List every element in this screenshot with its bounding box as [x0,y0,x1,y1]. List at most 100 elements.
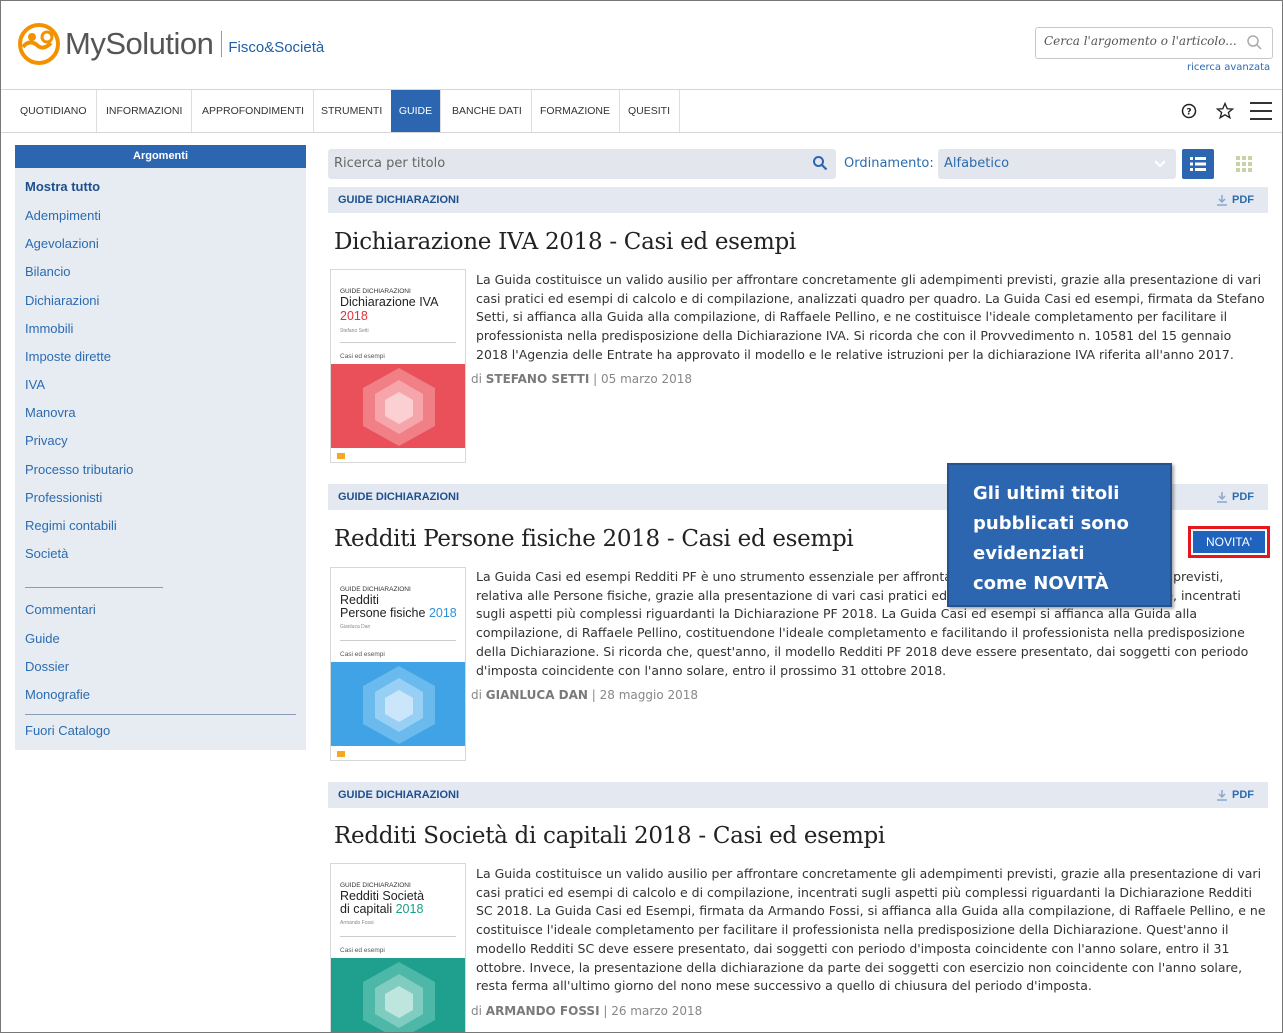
brand-logo[interactable]: MySolution Fisco&Società [17,23,324,65]
cover-kicker: GUIDE DICHIARAZIONI [340,586,411,593]
star-icon[interactable] [1212,98,1238,124]
sidebar-item-guide[interactable]: Guide [25,631,60,646]
cover-subtitle: Casi ed esempi [340,651,385,658]
sidebar-item-manovra[interactable]: Manovra [25,405,76,420]
article-author[interactable]: ARMANDO FOSSI [486,1004,600,1018]
callout-line: Gli ultimi titoli [973,483,1120,504]
sidebar-item-professionisti[interactable]: Professionisti [25,490,102,505]
cover-rule [340,936,456,937]
article-date: | 28 maggio 2018 [591,688,699,702]
logo-mark-icon [17,23,63,65]
sidebar-item-adempimenti[interactable]: Adempimenti [25,208,101,223]
cover-subtitle: Casi ed esempi [340,353,385,360]
search-icon[interactable] [812,155,828,171]
cover-hexagon-icon [363,962,435,1032]
sidebar-item-agevolazioni[interactable]: Agevolazioni [25,236,99,251]
article-category-bar: GUIDE DICHIARAZIONI PDF [328,782,1268,808]
article-title[interactable]: Redditi Persone fisiche 2018 - Casi ed e… [334,526,854,552]
menu-icon[interactable] [1248,98,1274,124]
book-cover[interactable]: GUIDE DICHIARAZIONI Redditi Società di c… [330,863,466,1032]
novita-badge[interactable]: NOVITA' [1193,531,1265,553]
article-category[interactable]: GUIDE DICHIARAZIONI [338,789,459,801]
sort-select[interactable]: Alfabetico [938,149,1176,179]
publisher-logo-icon [337,751,345,757]
article-byline: di ARMANDO FOSSI | 26 marzo 2018 [471,1004,702,1018]
article-title[interactable]: Redditi Società di capitali 2018 - Casi … [334,823,885,849]
svg-text:?: ? [1186,108,1191,118]
nav-formazione[interactable]: FORMAZIONE [531,90,620,132]
novita-badge-highlight: NOVITA' [1188,526,1270,558]
sort-select-value: Alfabetico [944,156,1010,171]
download-icon [1217,492,1227,503]
sidebar-item-dossier[interactable]: Dossier [25,659,69,674]
sidebar-item-imposte-dirette[interactable]: Imposte dirette [25,349,111,364]
cover-title-line2: di capitali 2018 [340,903,464,916]
book-cover[interactable]: GUIDE DICHIARAZIONI Redditi Persone fisi… [330,567,466,761]
article-title[interactable]: Dichiarazione IVA 2018 - Casi ed esempi [334,229,796,255]
sidebar-item-bilancio[interactable]: Bilancio [25,264,71,279]
sidebar-item-regimi-contabili[interactable]: Regimi contabili [25,518,117,533]
callout-line: pubblicati sono [973,513,1129,534]
cover-kicker: GUIDE DICHIARAZIONI [340,288,411,295]
list-view-button[interactable] [1182,149,1214,179]
sidebar-item-immobili[interactable]: Immobili [25,321,73,336]
sidebar-item-mostra-tutto[interactable]: Mostra tutto [25,179,100,194]
grid-view-button[interactable] [1228,149,1260,179]
nav-quotidiano[interactable]: QUOTIDIANO [11,90,97,132]
brand-subtitle: Fisco&Società [228,38,325,56]
title-search-input[interactable] [334,156,794,171]
chevron-down-icon [1154,160,1166,168]
sort-label: Ordinamento: [844,156,934,171]
article-author[interactable]: STEFANO SETTI [486,372,590,386]
article-byline: di STEFANO SETTI | 05 marzo 2018 [471,372,692,386]
cover-author: Stefano Setti [340,328,369,334]
site-search-input[interactable] [1044,34,1240,48]
pdf-download-link[interactable]: PDF [1216,789,1254,801]
pdf-download-link[interactable]: PDF [1216,194,1254,206]
nav-informazioni[interactable]: INFORMAZIONI [97,90,193,132]
sidebar-divider [25,714,296,715]
list-view-icon [1190,157,1206,171]
article-category[interactable]: GUIDE DICHIARAZIONI [338,491,459,503]
cover-band [331,958,465,1032]
cover-rule [340,640,456,641]
nav-approfondimenti[interactable]: APPROFONDIMENTI [193,90,315,132]
nav-guide[interactable]: GUIDE [391,90,441,132]
nav-banche-dati[interactable]: BANCHE DATI [443,90,532,132]
sidebar-item-commentari[interactable]: Commentari [25,602,96,617]
cover-rule [340,342,456,343]
sidebar-item-processo-tributario[interactable]: Processo tributario [25,462,133,477]
cover-band [331,364,465,448]
cover-title-2: di capitali [340,902,393,916]
pdf-label: PDF [1232,194,1254,206]
sidebar-item-iva[interactable]: IVA [25,377,45,392]
sidebar-item-dichiarazioni[interactable]: Dichiarazioni [25,293,99,308]
main-nav: QUOTIDIANO INFORMAZIONI APPROFONDIMENTI … [1,89,1282,133]
cover-hexagon-icon [363,666,435,744]
search-icon[interactable] [1246,34,1262,50]
pdf-download-link[interactable]: PDF [1216,491,1254,503]
sidebar-item-privacy[interactable]: Privacy [25,433,68,448]
article-category-bar: GUIDE DICHIARAZIONI PDF [328,187,1268,213]
article-author[interactable]: GIANLUCA DAN [486,688,588,702]
advanced-search-link[interactable]: ricerca avanzata [1187,62,1270,73]
title-search [328,149,836,179]
list-toolbar: Ordinamento: Alfabetico [328,149,1268,179]
article-byline: di GIANLUCA DAN | 28 maggio 2018 [471,688,698,702]
cover-author: Gianluca Dan [340,624,371,630]
cover-hexagon-icon [363,368,435,446]
page: MySolution Fisco&Società ricerca avanzat… [0,0,1283,1033]
cover-subtitle: Casi ed esempi [340,947,385,954]
book-cover[interactable]: GUIDE DICHIARAZIONI Dichiarazione IVA 20… [330,269,466,463]
nav-quesiti[interactable]: QUESITI [619,90,681,132]
site-search [1035,27,1273,59]
nav-strumenti[interactable]: STRUMENTI [312,90,393,132]
article-date: | 26 marzo 2018 [603,1004,703,1018]
help-icon[interactable]: ? [1176,98,1202,124]
sidebar-item-monografie[interactable]: Monografie [25,687,90,702]
cover-year: 2018 [340,309,368,323]
sidebar-item-fuori-catalogo[interactable]: Fuori Catalogo [25,723,110,738]
sidebar-item-societa[interactable]: Società [25,546,68,561]
article-summary: La Guida costituisce un valido ausilio p… [476,866,1266,994]
article-category[interactable]: GUIDE DICHIARAZIONI [338,194,459,206]
